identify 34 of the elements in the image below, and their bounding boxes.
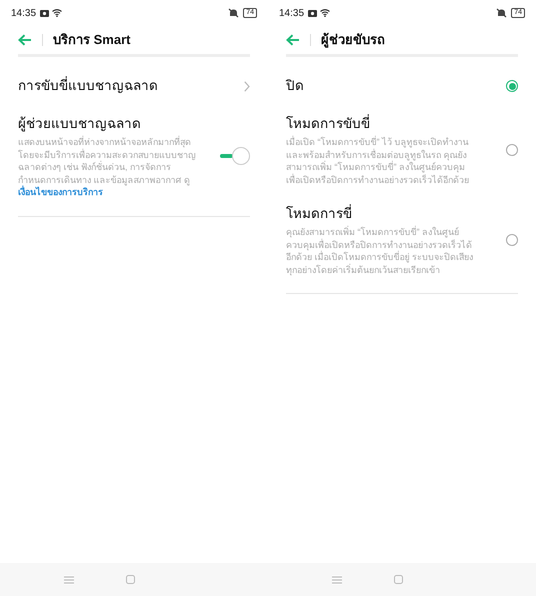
item-title: การขับขี่แบบชาญฉลาด (18, 76, 159, 95)
item-title: โหมดการขี่ (286, 204, 353, 223)
wifi-icon (52, 9, 62, 17)
back-arrow-icon[interactable] (286, 34, 300, 46)
radio-button[interactable] (506, 234, 518, 246)
item-title: โหมดการขับขี่ (286, 114, 371, 133)
home-icon[interactable] (126, 575, 135, 584)
back-arrow-icon[interactable] (18, 34, 32, 46)
camera-icon (40, 10, 50, 16)
status-time: 14:35 (11, 6, 36, 20)
radio-button[interactable] (506, 80, 518, 92)
item-title: ปิด (286, 77, 305, 95)
home-icon[interactable] (394, 575, 403, 584)
menu-icon[interactable] (64, 576, 74, 584)
chevron-right-icon (244, 80, 250, 92)
wifi-icon (320, 9, 330, 17)
toggle-switch[interactable] (220, 146, 250, 166)
settings-item[interactable]: ผู้ช่วยแบบชาญฉลาด แสดงบนหน้าจอที่ห่างจากหน้าจอหลักมากที่สุด โดยจะมีบริการเพื่อความสะดวกสบายแบบชาญฉลาดต่างๆ เช่น ฟังก์ชั่นด่วน, การจัดการกำหนดการเดินทาง และข้อมูลสภาพอากาศ ดู เงื่อนไขของการบริการ (18, 105, 250, 208)
settings-item[interactable]: โหมดการขับขี่ เมื่อเปิด “โหมดการขับขี่” ไว้ บลูทูธจะเปิดทำงาน และพร้อมสำหรับการเชื่อมต่อบลูทูธในรถ คุณยังสามารถเพิ่ม “โหมดการขับขี่” ลงในศูนย์ควบคุมเพื่อเปิดหรือปิดการทำงานอย่างรวดเร็วได้อีกด้วย (286, 105, 518, 195)
page-title: บริการ Smart (53, 31, 130, 50)
camera-icon (308, 10, 318, 16)
item-description: คุณยังสามารถเพิ่ม “โหมดการขับขี่” ลงในศูนย์ควบคุมเพื่อเปิดหรือปิดการทำงานอย่างรวดเร็วได้อีกด้วย เมื่อเปิดโหมดการขับขี่อยู่ ระบบจะปิดเสียงทุกอย่างโดยค่าเริ่มต้นยกเว้นสายเรียกเข้า (286, 226, 474, 276)
item-description: เมื่อเปิด “โหมดการขับขี่” ไว้ บลูทูธจะเปิดทำงาน และพร้อมสำหรับการเชื่อมต่อบลูทูธในรถ คุณยังสามารถเพิ่ม “โหมดการขับขี่” ลงในศูนย์ควบคุมเพื่อเปิดหรือปิดการทำงานอย่างรวดเร็วได้อีกด้วย (286, 136, 470, 186)
mute-icon (496, 8, 508, 18)
item-title: ผู้ช่วยแบบชาญฉลาด (18, 115, 142, 134)
item-description: แสดงบนหน้าจอที่ห่างจากหน้าจอหลักมากที่สุด โดยจะมีบริการเพื่อความสะดวกสบายแบบชาญฉลาดต่างๆ เช่น ฟังก์ชั่นด่วน, การจัดการกำหนดการเดินทาง และข้อมูลสภาพอากาศ ดู (18, 136, 197, 186)
settings-item[interactable]: ปิด (286, 67, 518, 105)
settings-item[interactable]: โหมดการขี่ คุณยังสามารถเพิ่ม “โหมดการขับขี่” ลงในศูนย์ควบคุมเพื่อเปิดหรือปิดการทำงานอย่างรวดเร็วได้อีกด้วย เมื่อเปิดโหมดการขับขี่อยู่ ระบบจะปิดเสียงทุกอย่างโดยค่าเริ่มต้นยกเว้นสายเรียกเข้า (286, 195, 518, 285)
page-title: ผู้ช่วยขับรถ (321, 31, 385, 50)
status-time: 14:35 (279, 6, 304, 20)
settings-item[interactable]: การขับขี่แบบชาญฉลาด (18, 67, 250, 105)
mute-icon (228, 8, 240, 18)
radio-button[interactable] (506, 144, 518, 156)
menu-icon[interactable] (332, 576, 342, 584)
